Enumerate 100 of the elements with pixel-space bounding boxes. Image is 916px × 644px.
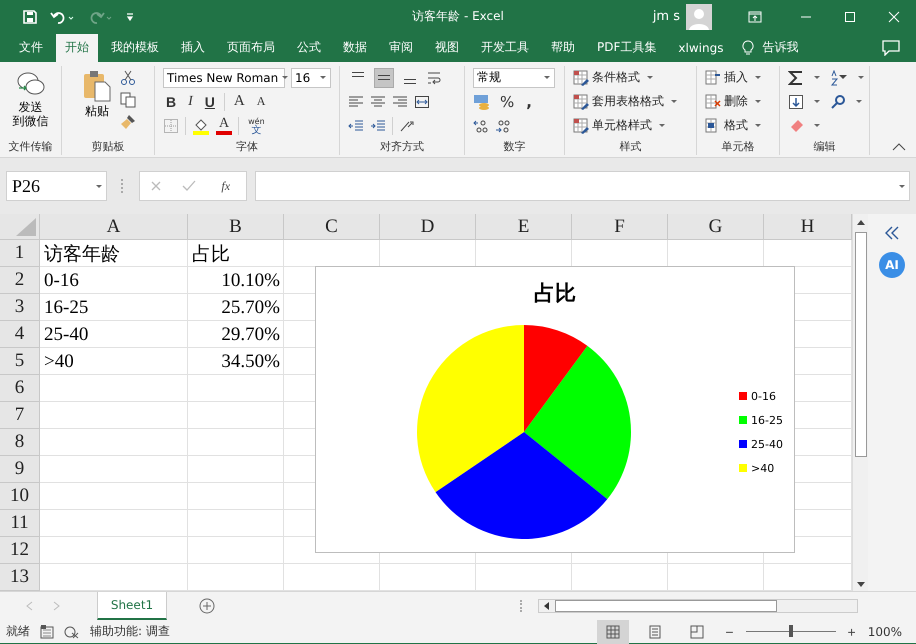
ribbon-tab[interactable]: 开始 [56,34,98,62]
vertical-align-button[interactable] [374,68,394,88]
collapse-pane-icon[interactable] [884,226,900,240]
zoom-out-button[interactable]: − [723,624,736,640]
horizontal-scrollbar[interactable] [538,599,858,613]
scroll-left-icon[interactable] [543,601,551,611]
bold-button[interactable]: B [163,94,180,110]
align-right-icon[interactable] [392,94,408,109]
ribbon-tab[interactable]: PDF工具集 [588,34,666,62]
row-header[interactable]: 6 [0,375,40,402]
cells-menu-button[interactable]: 插入 [705,68,765,88]
increase-indent-icon[interactable] [370,118,386,133]
ribbon-tab[interactable]: 公式 [288,34,330,62]
row-header[interactable]: 4 [0,321,40,348]
autosum-icon[interactable] [788,70,804,86]
row-header[interactable]: 1 [0,240,40,267]
comment-icon[interactable] [882,40,900,56]
maximize-icon[interactable] [844,10,856,23]
comma-style-button[interactable]: , [523,92,535,111]
style-menu-button[interactable]: 套用表格格式 [573,92,681,112]
column-header[interactable]: F [572,214,668,240]
send-to-wechat-button[interactable]: 发送 到微信 [10,68,50,130]
wrap-text-icon[interactable] [426,70,442,86]
number-format-dropdown[interactable]: 常规 [473,68,555,88]
column-header[interactable]: E [476,214,572,240]
accessibility-status[interactable]: 辅助功能: 调查 [90,623,170,640]
checkmark-icon[interactable] [182,180,196,192]
cells-menu-button[interactable]: 格式 [705,116,765,136]
column-header[interactable]: A [40,214,188,240]
grow-font-button[interactable]: A [230,93,248,110]
percent-button[interactable]: % [497,92,518,111]
row-header[interactable]: 8 [0,429,40,456]
font-color-button[interactable]: A [216,116,232,135]
add-sheet-icon[interactable] [199,598,215,614]
phonetic-button[interactable]: wén 文 [245,116,268,135]
format-painter-icon[interactable] [120,114,136,130]
fill-color-icon[interactable] [192,116,210,135]
merge-cells-icon[interactable] [414,94,430,109]
tell-me-field[interactable]: 告诉我 [762,39,798,56]
row-header[interactable]: 11 [0,510,40,537]
sheet-tab[interactable]: Sheet1 [97,592,167,620]
ribbon-tab[interactable]: 视图 [426,34,468,62]
ribbon-tab[interactable]: 文件 [10,34,52,62]
sort-filter-icon[interactable] [830,70,848,86]
name-box[interactable]: P26 [6,171,107,202]
row-header[interactable]: 13 [0,564,40,591]
vertical-scrollbar[interactable] [852,214,868,591]
ribbon-tab[interactable]: 开发工具 [472,34,538,62]
ribbon-tab[interactable]: 页面布局 [218,34,284,62]
insert-function-button[interactable]: fx [215,178,236,195]
close-icon[interactable] [888,10,900,23]
borders-icon[interactable] [163,118,179,134]
paste-button[interactable]: 粘贴 [80,68,114,120]
lightbulb-icon[interactable] [742,40,754,56]
row-header[interactable]: 12 [0,537,40,564]
fill-down-icon[interactable] [788,94,804,110]
font-size-dropdown[interactable]: 16 [291,68,331,88]
italic-button[interactable]: I [185,94,196,110]
ribbon-tab[interactable]: 我的模板 [102,34,168,62]
formula-field[interactable] [255,171,910,202]
view-button[interactable] [597,620,630,644]
scroll-up-icon[interactable] [856,218,866,226]
row-header[interactable]: 7 [0,402,40,429]
orientation-icon[interactable] [399,118,415,133]
macro-record-icon[interactable] [40,624,54,638]
align-center-icon[interactable] [370,94,386,109]
ribbon-tab[interactable]: 审阅 [380,34,422,62]
column-header[interactable]: H [764,214,852,240]
row-header[interactable]: 5 [0,348,40,375]
save-icon[interactable] [22,8,38,25]
column-header[interactable]: C [284,214,380,240]
style-menu-button[interactable]: 条件格式 [573,68,657,88]
ribbon-tab[interactable]: 数据 [334,34,376,62]
decrease-indent-icon[interactable] [348,118,364,133]
decrease-decimal-icon[interactable] [495,118,511,133]
row-header[interactable]: 3 [0,294,40,321]
align-left-icon[interactable] [348,94,364,109]
scissors-icon[interactable] [120,70,136,86]
column-header[interactable]: B [188,214,284,240]
underline-button[interactable]: U [202,94,218,110]
search-icon[interactable] [830,94,846,110]
shrink-font-button[interactable]: A [254,94,268,110]
chart-area[interactable]: 占比 0-16 16-25 25-40 >40 [315,266,795,553]
column-header[interactable]: G [668,214,764,240]
increase-decimal-icon[interactable] [473,118,489,133]
user-name[interactable]: jm s [652,9,680,24]
row-header[interactable]: 9 [0,456,40,483]
customize-icon[interactable] [126,12,134,22]
row-header[interactable]: 2 [0,267,40,294]
font-name-dropdown[interactable]: Times New Roman [163,68,285,88]
ribbon-tab[interactable]: 帮助 [542,34,584,62]
scroll-down-icon[interactable] [856,581,866,589]
cells-menu-button[interactable]: 删除 [705,92,765,112]
zoom-level[interactable]: 100% [868,624,902,638]
copy-icon[interactable] [120,92,136,108]
accessibility-icon[interactable] [64,624,80,638]
zoom-slider[interactable] [788,625,792,637]
ribbon-tab[interactable]: xlwings [669,34,732,62]
column-header[interactable]: D [380,214,476,240]
style-menu-button[interactable]: 单元格样式 [573,116,669,136]
